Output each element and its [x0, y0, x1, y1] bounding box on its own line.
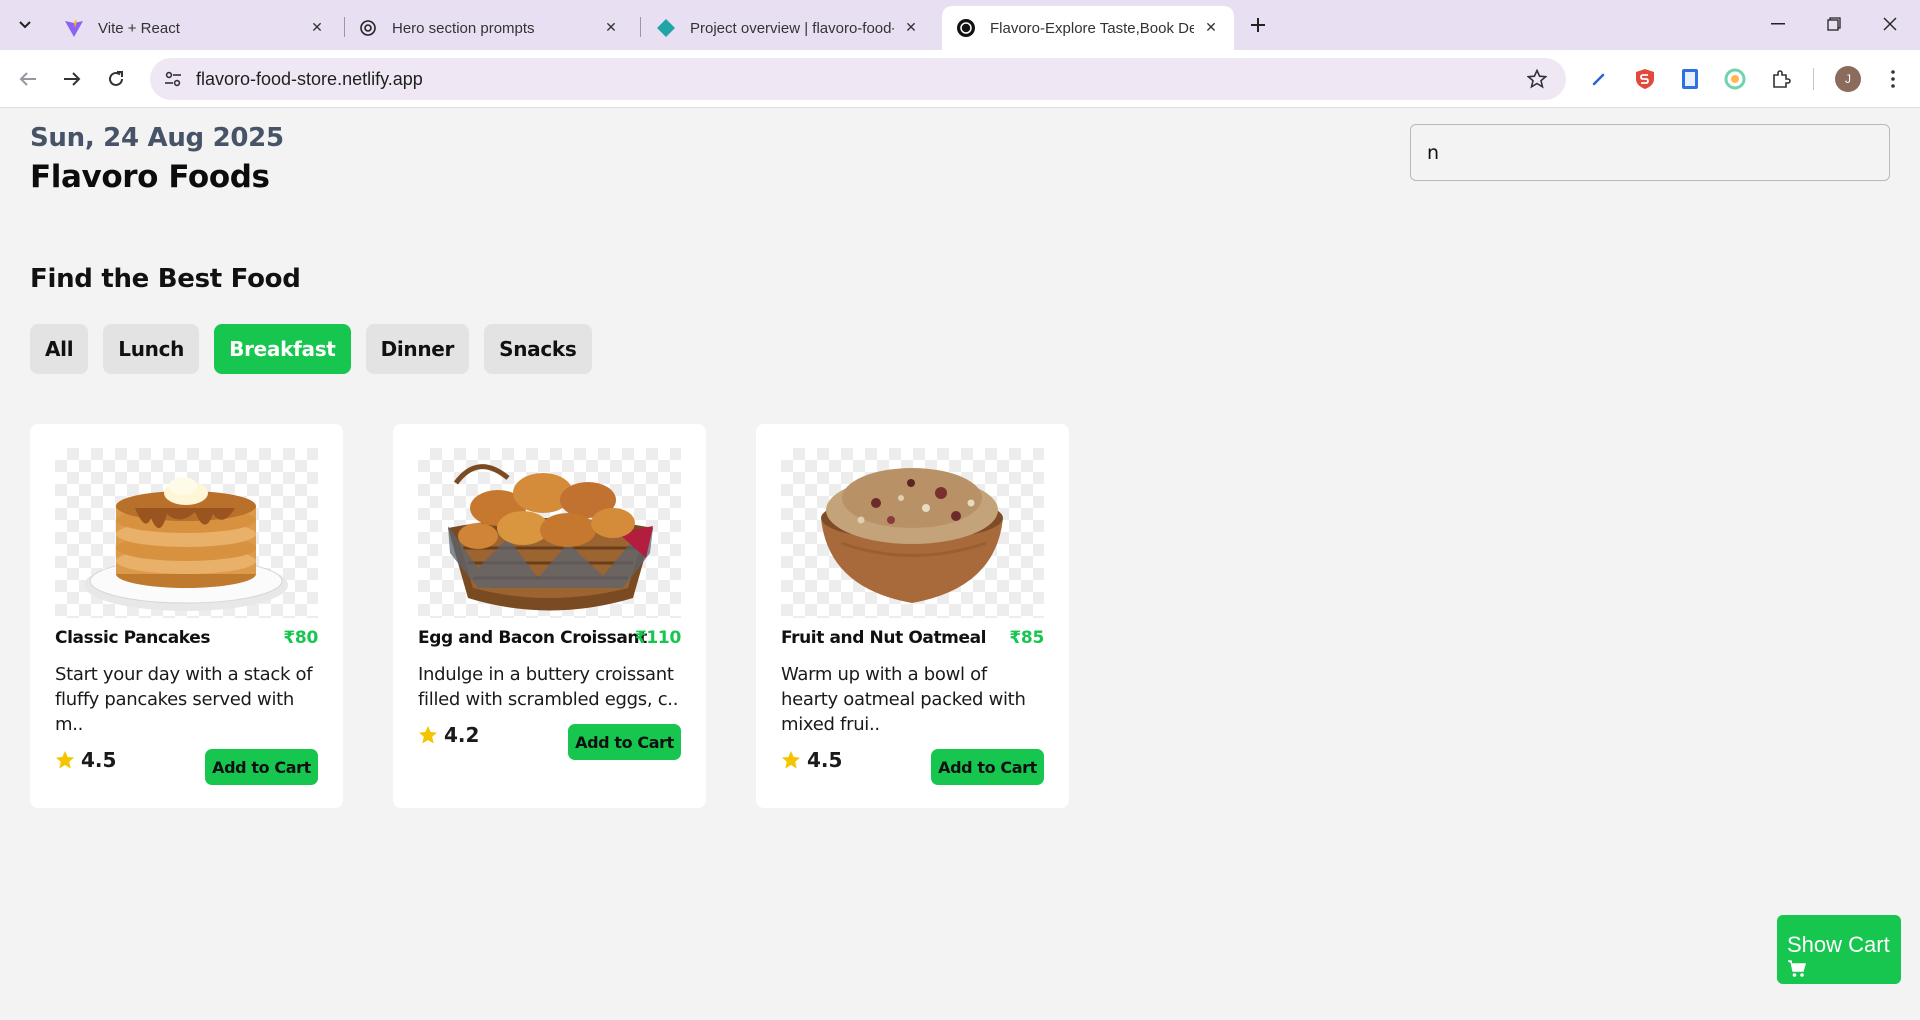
site-info-icon[interactable] — [160, 66, 186, 92]
current-date: Sun, 24 Aug 2025 — [30, 123, 284, 153]
add-to-cart-button[interactable]: Add to Cart — [205, 749, 318, 785]
document-extension-icon[interactable] — [1675, 64, 1705, 94]
category-dinner-button[interactable]: Dinner — [365, 324, 470, 374]
tab-title: Vite + React — [98, 19, 180, 37]
reload-icon[interactable] — [100, 63, 132, 95]
category-lunch-button[interactable]: Lunch — [103, 324, 200, 374]
forward-arrow-icon[interactable] — [56, 63, 88, 95]
page-content: Sun, 24 Aug 2025 Flavoro Foods Find the … — [0, 109, 1920, 1020]
browser-tab-vite[interactable]: Vite + React ✕ — [50, 6, 340, 50]
croissant-basket-image — [418, 448, 681, 618]
vite-icon — [64, 18, 84, 38]
show-cart-button[interactable]: Show Cart — [1777, 915, 1901, 984]
browser-toolbar: flavoro-food-store.netlify.app J — [0, 50, 1920, 108]
add-to-cart-button[interactable]: Add to Cart — [568, 724, 681, 760]
food-description: Indulge in a buttery croissant filled wi… — [418, 664, 679, 710]
rating-value: 4.5 — [807, 748, 843, 772]
food-name: Classic Pancakes — [55, 628, 211, 648]
bookmark-star-icon[interactable] — [1524, 66, 1550, 92]
show-cart-label: Show Cart — [1787, 931, 1890, 957]
food-rating: 4.5 — [55, 748, 116, 772]
url-text[interactable]: flavoro-food-store.netlify.app — [196, 69, 423, 90]
puzzle-extensions-icon[interactable] — [1766, 64, 1796, 94]
category-filter: All Lunch Breakfast Dinner Snacks — [30, 324, 592, 374]
tab-divider — [640, 17, 641, 37]
food-description: Warm up with a bowl of hearty oatmeal pa… — [781, 664, 1026, 735]
flavoro-icon — [956, 18, 976, 38]
food-price: ₹110 — [634, 628, 681, 648]
back-arrow-icon[interactable] — [12, 63, 44, 95]
star-icon — [782, 751, 800, 769]
food-card: Classic Pancakes ₹80 Start your day with… — [30, 424, 343, 808]
food-price: ₹80 — [283, 628, 318, 648]
cart-icon — [1788, 959, 1806, 977]
close-tab-icon[interactable]: ✕ — [1202, 19, 1220, 37]
star-icon — [56, 751, 74, 769]
browser-tab-hero-prompts[interactable]: Hero section prompts ✕ — [344, 6, 634, 50]
add-to-cart-button[interactable]: Add to Cart — [931, 749, 1044, 785]
pen-extension-icon[interactable] — [1584, 64, 1614, 94]
tab-title: Project overview | flavoro-food- — [690, 19, 894, 37]
rating-value: 4.2 — [444, 723, 480, 747]
oatmeal-bowl-image — [781, 448, 1044, 618]
address-bar[interactable]: flavoro-food-store.netlify.app — [150, 58, 1566, 100]
food-card: Egg and Bacon Croissant ₹110 Indulge in … — [393, 424, 706, 808]
pancakes-image — [55, 448, 318, 618]
tab-title: Flavoro-Explore Taste,Book Deli — [990, 19, 1194, 37]
star-icon — [419, 726, 437, 744]
category-all-button[interactable]: All — [30, 324, 89, 374]
close-tab-icon[interactable]: ✕ — [308, 19, 326, 37]
food-rating: 4.2 — [418, 723, 479, 747]
food-description: Start your day with a stack of fluffy pa… — [55, 664, 313, 735]
profile-avatar[interactable]: J — [1835, 66, 1861, 92]
category-snacks-button[interactable]: Snacks — [484, 324, 592, 374]
close-window-icon[interactable] — [1862, 0, 1918, 48]
food-price: ₹85 — [1009, 628, 1044, 648]
food-name: Egg and Bacon Croissant — [418, 628, 647, 648]
netlify-icon — [656, 18, 676, 38]
section-title: Find the Best Food — [30, 264, 301, 294]
browser-tab-flavoro[interactable]: Flavoro-Explore Taste,Book Deli ✕ — [942, 6, 1234, 50]
toolbar-divider — [1813, 68, 1814, 90]
food-rating: 4.5 — [781, 748, 842, 772]
shield-extension-icon[interactable] — [1630, 64, 1660, 94]
circle-extension-icon[interactable] — [1720, 64, 1750, 94]
new-tab-plus-icon[interactable] — [1244, 11, 1272, 39]
category-breakfast-button[interactable]: Breakfast — [214, 324, 351, 374]
restore-icon[interactable] — [1806, 0, 1862, 48]
rating-value: 4.5 — [81, 748, 117, 772]
food-card: Fruit and Nut Oatmeal ₹85 Warm up with a… — [756, 424, 1069, 808]
food-name: Fruit and Nut Oatmeal — [781, 628, 987, 648]
tab-search-chevron-icon[interactable] — [10, 11, 40, 39]
search-input[interactable] — [1410, 124, 1890, 181]
tab-title: Hero section prompts — [392, 19, 535, 37]
close-tab-icon[interactable]: ✕ — [902, 19, 920, 37]
minimize-icon[interactable] — [1750, 0, 1806, 48]
brand-title: Flavoro Foods — [30, 159, 270, 195]
openai-icon — [358, 18, 378, 38]
browser-tab-bar: Vite + React ✕ Hero section prompts ✕ Pr… — [0, 0, 1920, 50]
more-menu-icon[interactable] — [1878, 64, 1908, 94]
browser-tab-netlify[interactable]: Project overview | flavoro-food- ✕ — [642, 6, 934, 50]
food-card-list: Classic Pancakes ₹80 Start your day with… — [30, 424, 1069, 808]
close-tab-icon[interactable]: ✕ — [602, 19, 620, 37]
